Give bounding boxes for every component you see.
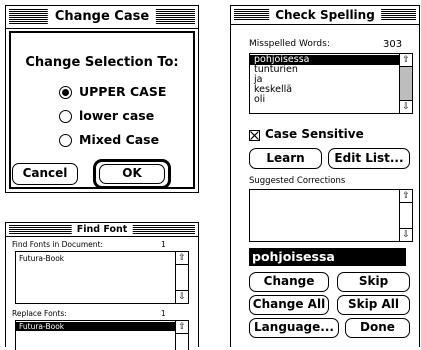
skip-button[interactable]: Skip [337,272,410,292]
check-spelling-window: Check Spelling Misspelled Words: 303 poh… [230,5,420,347]
scroll-up-arrow-icon[interactable]: ⇧ [176,321,188,334]
replacement-word-field[interactable]: pohjoisessa [249,248,406,266]
cancel-button[interactable]: Cancel [12,163,78,185]
mixed-case-label[interactable]: Mixed Case [79,132,159,147]
replace-fonts-scrollbar[interactable]: ⇧ [175,321,188,350]
check-spelling-title: Check Spelling [269,6,381,24]
list-item[interactable]: keskellä [250,85,412,95]
done-button[interactable]: Done [345,318,410,338]
fonts-in-document-scrollbar[interactable]: ⇧ ⇩ [175,252,188,303]
lower-case-radio[interactable] [59,110,72,123]
case-sensitive-checkbox[interactable] [249,130,260,141]
change-case-window: Change Case Change Selection To: UPPER C… [5,5,199,193]
scroll-up-arrow-icon[interactable]: ⇧ [176,252,188,265]
change-all-button[interactable]: Change All [249,295,329,315]
list-item[interactable]: Futura-Book [16,322,175,331]
scroll-down-arrow-icon[interactable]: ⇩ [176,290,188,303]
suggested-corrections-list[interactable]: ⇧ ⇩ [249,189,413,242]
case-sensitive-label[interactable]: Case Sensitive [265,127,364,141]
change-case-title: Change Case [47,6,157,28]
lower-case-label[interactable]: lower case [79,108,154,123]
fonts-in-document-list[interactable]: Futura-Book ⇧ ⇩ [15,251,189,304]
replace-fonts-count: 1 [161,309,166,318]
upper-case-radio[interactable] [59,86,72,99]
fonts-in-document-count: 1 [161,240,166,249]
skip-all-button[interactable]: Skip All [337,295,410,315]
fonts-in-document-label: Find Fonts in Document: [12,240,103,249]
edit-list-button[interactable]: Edit List... [328,148,410,169]
scrollbar-track[interactable] [400,67,412,100]
scroll-up-arrow-icon[interactable]: ⇧ [400,54,412,67]
misspelled-words-list[interactable]: pohjoisessa tunturien ja keskellä oli ⇧ … [249,53,413,114]
scroll-down-arrow-icon[interactable]: ⇩ [400,100,412,113]
check-spelling-titlebar[interactable]: Check Spelling [231,6,419,25]
scroll-up-arrow-icon[interactable]: ⇧ [400,190,412,203]
misspelled-words-label: Misspelled Words: [249,39,330,49]
misspelled-count: 303 [383,39,403,50]
find-font-title: Find Font [71,223,133,236]
ok-button-outline: OK [93,159,171,189]
change-case-titlebar[interactable]: Change Case [6,6,198,29]
list-item[interactable]: Futura-Book [16,254,188,263]
misspelled-scrollbar[interactable]: ⇧ ⇩ [399,54,412,113]
change-case-body: Change Selection To: UPPER CASE lower ca… [9,31,195,189]
list-item[interactable]: tunturien [250,65,412,75]
replace-fonts-list[interactable]: Futura-Book ⇧ [15,320,189,350]
list-item[interactable]: oli [250,95,412,105]
scroll-down-arrow-icon[interactable]: ⇩ [400,228,412,241]
replace-fonts-label: Replace Fonts: [12,309,67,318]
change-button[interactable]: Change [249,272,329,292]
upper-case-label[interactable]: UPPER CASE [79,84,166,99]
change-case-heading: Change Selection To: [25,55,179,70]
ok-button[interactable]: OK [99,164,165,184]
language-button[interactable]: Language... [249,318,339,338]
checkmark-x-icon [250,131,259,140]
find-font-window: Find Font Find Fonts in Document: 1 Futu… [5,222,199,350]
mixed-case-radio[interactable] [59,134,72,147]
find-font-titlebar[interactable]: Find Font [6,223,198,237]
learn-button[interactable]: Learn [249,148,322,169]
suggestions-scrollbar[interactable]: ⇧ ⇩ [399,190,412,241]
suggested-corrections-label: Suggested Corrections [249,176,346,186]
